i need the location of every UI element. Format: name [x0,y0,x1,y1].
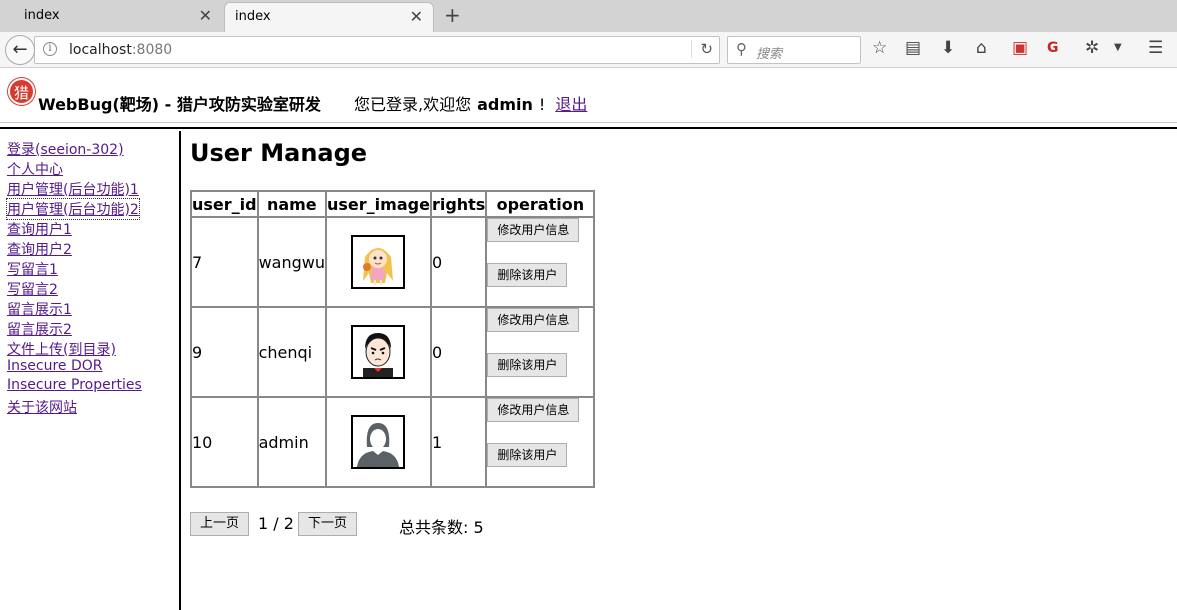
edit-user-button[interactable]: 修改用户信息 [487,398,580,422]
sidebar-item-about[interactable]: 关于该网站 [7,397,77,417]
column-header: user_id [191,191,258,217]
user-table: user_id name user_image rights operation… [190,190,596,488]
sidebar-item-personal-center[interactable]: 个人中心 [7,159,63,179]
table-header-row: user_id name user_image rights operation [191,191,595,217]
tab-index-1[interactable]: index ✕ [0,2,222,32]
menu-icon[interactable]: ☰ [1148,38,1163,58]
sidebar-item-show-message-2[interactable]: 留言展示2 [7,319,72,339]
tab-index-2[interactable]: index ✕ [224,2,434,32]
exclaim: ! [538,95,546,114]
page-info: 1 / 2 [258,514,294,533]
user-id-cell: 10 [191,397,258,487]
user-image-cell [326,397,431,487]
sidebar-item-file-upload[interactable]: 文件上传(到目录) [7,339,116,359]
back-button[interactable]: ← [5,35,35,65]
search-placeholder: 搜索 [756,47,783,62]
column-header: name [257,191,327,217]
url-host: localhost [69,42,132,58]
column-header: rights [430,191,487,217]
reading-list-icon[interactable]: ▤ [905,38,921,58]
edit-user-button[interactable]: 修改用户信息 [487,218,580,242]
url-text[interactable]: localhost:8080 [69,42,172,58]
welcome-message: 您已登录,欢迎您 admin! 退出 [354,91,587,115]
site-header: 猎 WebBug(靶场) - 猎户攻防实验室研发 您已登录,欢迎您 admin! 退… [0,69,1177,129]
sidebar-item-show-message-1[interactable]: 留言展示1 [7,299,72,319]
sidebar-item-insecure-dor[interactable]: Insecure DOR [7,358,103,374]
site-logo: 猎 [8,78,35,105]
table-row: 7 wangwu 0 修改用户信息 删除该用户 [191,217,595,307]
tab-strip: index ✕ index ✕ + [0,0,1177,32]
operation-cell: 修改用户信息 删除该用户 [486,307,595,397]
sidebar-item-user-manage-2[interactable]: 用户管理(后台功能)2 [6,198,140,220]
download-icon[interactable]: ⬇ [941,38,955,58]
sidebar-item-insecure-properties[interactable]: Insecure Properties [7,377,142,393]
sidebar-item-user-manage-1[interactable]: 用户管理(后台功能)1 [7,179,139,199]
close-tab-icon[interactable]: ✕ [199,6,212,25]
welcome-text: 您已登录,欢迎您 [354,95,472,114]
cartoon-boy-avatar-icon [363,333,394,377]
username: admin [477,95,533,114]
avatar [351,325,406,379]
user-id-cell: 9 [191,307,258,397]
main-content: User Manage user_id name user_image righ… [190,131,1170,610]
greasemonkey-icon[interactable]: G [1047,40,1059,56]
chevron-down-icon[interactable]: ▼ [1114,42,1122,53]
url-port: :8080 [131,42,173,58]
user-name-cell: chenqi [257,307,327,397]
arrow-left-icon: ← [12,39,28,60]
avatar [351,415,406,469]
bookmark-star-icon[interactable]: ☆ [872,38,887,58]
search-icon: ⚲ [736,40,747,58]
operation-cell: 修改用户信息 删除该用户 [486,397,595,487]
sidebar: 登录(seeion-302) 个人中心 用户管理(后台功能)1 用户管理(后台功… [0,131,181,610]
user-image-cell [326,217,431,307]
next-page-button[interactable]: 下一页 [298,512,358,536]
search-input[interactable]: ⚲ 搜索 [727,36,861,64]
user-name-cell: wangwu [257,217,327,307]
close-tab-icon[interactable]: ✕ [410,7,423,26]
column-header: user_image [326,191,431,217]
divider [0,122,1177,123]
avatar [351,235,406,289]
column-header: operation [486,191,595,217]
total-count: 总共条数: 5 [399,518,484,537]
delete-user-button[interactable]: 删除该用户 [487,263,568,287]
extension-icon[interactable]: ▣ [1012,38,1028,58]
nav-bar: i localhost:8080 ↻ ← ⚲ 搜索 ☆ ▤ ⬇ ⌂ ▣ G ✲ … [0,32,1177,68]
extension-bug-icon[interactable]: ✲ [1085,38,1099,58]
user-id-cell: 7 [191,217,258,307]
new-tab-icon[interactable]: + [444,3,461,27]
sidebar-item-query-user-1[interactable]: 查询用户1 [7,219,72,239]
user-name-cell: admin [257,397,327,487]
logout-link[interactable]: 退出 [555,95,587,114]
tab-title: index [235,9,271,24]
page-title: User Manage [190,139,368,167]
home-icon[interactable]: ⌂ [976,38,987,58]
rights-cell: 0 [430,307,487,397]
silhouette-avatar-icon [357,423,400,467]
rights-cell: 0 [430,217,487,307]
delete-user-button[interactable]: 删除该用户 [487,443,568,467]
tab-title: index [24,8,60,23]
url-bar[interactable]: i localhost:8080 ↻ [34,36,720,64]
sidebar-item-write-message-1[interactable]: 写留言1 [7,259,58,279]
delete-user-button[interactable]: 删除该用户 [487,353,568,377]
operation-cell: 修改用户信息 删除该用户 [486,217,595,307]
info-icon[interactable]: i [43,42,57,56]
reload-icon[interactable]: ↻ [691,40,713,58]
edit-user-button[interactable]: 修改用户信息 [487,308,580,332]
cartoon-girl-avatar-icon [363,248,394,285]
site-title: WebBug(靶场) - 猎户攻防实验室研发 [38,95,321,114]
table-row: 10 admin 1 修改用户信息 删除该用户 [191,397,595,487]
table-row: 9 chenqi 0 修改用户信息 删除该用户 [191,307,595,397]
user-image-cell [326,307,431,397]
prev-page-button[interactable]: 上一页 [190,512,250,536]
rights-cell: 1 [430,397,487,487]
sidebar-item-query-user-2[interactable]: 查询用户2 [7,239,72,259]
sidebar-item-login[interactable]: 登录(seeion-302) [7,139,124,159]
sidebar-item-write-message-2[interactable]: 写留言2 [7,279,58,299]
